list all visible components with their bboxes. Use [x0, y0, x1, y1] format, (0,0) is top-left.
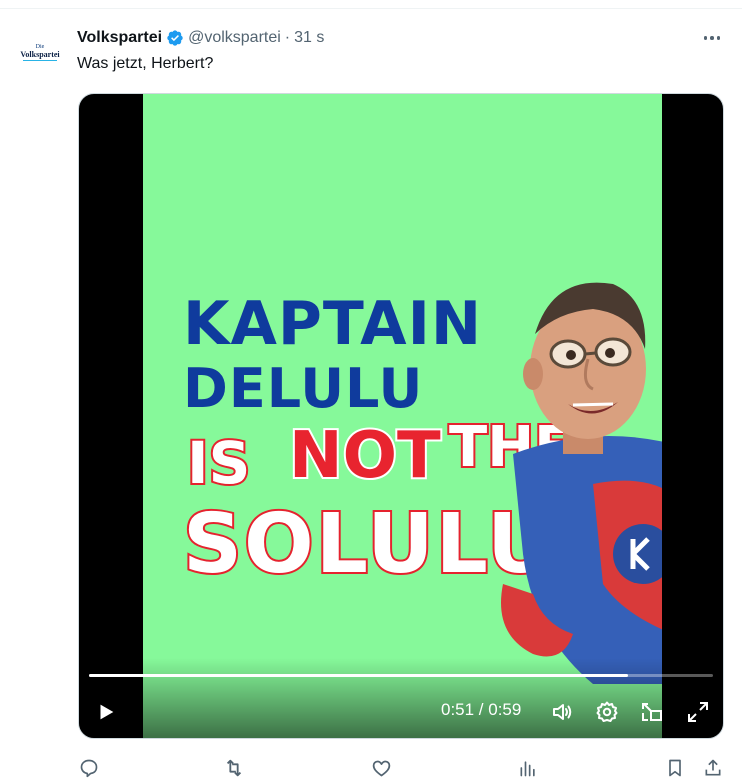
cartoon-character-illustration: [501, 282, 662, 684]
post-text: Was jetzt, Herbert?: [77, 55, 214, 72]
headline-is: IS: [185, 429, 252, 497]
verified-badge-icon: [167, 30, 183, 46]
play-icon: [100, 704, 114, 720]
more-dot: [716, 36, 721, 40]
headline-line1: KAPTAIN: [183, 289, 483, 359]
retweet-button[interactable]: [222, 756, 246, 780]
post-actions-bar: [77, 756, 727, 780]
top-divider: [0, 8, 742, 9]
controls-gradient: [79, 658, 723, 738]
picture-in-picture-icon: [642, 703, 662, 721]
views-icon: [520, 761, 535, 777]
video-player[interactable]: KAPTAIN DELULU IS NOT THE SOLULU! 0:51 /…: [78, 93, 724, 739]
reply-button[interactable]: [77, 756, 101, 780]
avatar[interactable]: Die Volkspartei: [18, 30, 62, 74]
play-button[interactable]: [91, 694, 121, 730]
post-header: Volkspartei @volkspartei · 31 s: [77, 28, 324, 48]
author-handle[interactable]: @volkspartei: [188, 29, 281, 47]
avatar-logo-text: Volkspartei: [20, 49, 60, 59]
post-time[interactable]: 31 s: [294, 29, 324, 47]
video-time-readout: 0:51 / 0:59: [441, 700, 522, 719]
author-name[interactable]: Volkspartei: [77, 29, 162, 47]
retweet-icon: [226, 759, 242, 777]
bookmark-button[interactable]: [663, 756, 687, 780]
avatar-logo-line: [23, 59, 57, 61]
picture-in-picture-button[interactable]: [639, 694, 665, 730]
views-button[interactable]: [516, 756, 540, 780]
bookmark-icon: [669, 759, 681, 777]
separator-dot: ·: [284, 29, 291, 46]
headline-line2: DELULU: [183, 357, 424, 420]
more-options-button[interactable]: [700, 30, 724, 46]
gear-icon: [596, 701, 618, 722]
more-dot: [703, 36, 708, 40]
like-button[interactable]: [369, 756, 393, 780]
video-progress-bar[interactable]: [89, 674, 713, 677]
video-progress-fill: [89, 674, 629, 677]
fullscreen-icon: [688, 702, 708, 722]
fullscreen-button[interactable]: [685, 694, 711, 730]
volume-button[interactable]: [549, 694, 575, 730]
video-frame[interactable]: KAPTAIN DELULU IS NOT THE SOLULU!: [143, 94, 662, 738]
share-button[interactable]: [701, 756, 725, 780]
reply-icon: [80, 759, 98, 778]
share-icon: [705, 759, 721, 776]
more-dot: [710, 36, 714, 40]
volume-icon: [553, 704, 572, 720]
like-icon: [372, 760, 390, 776]
headline-not: NOT: [287, 419, 443, 493]
settings-button[interactable]: [594, 694, 620, 730]
